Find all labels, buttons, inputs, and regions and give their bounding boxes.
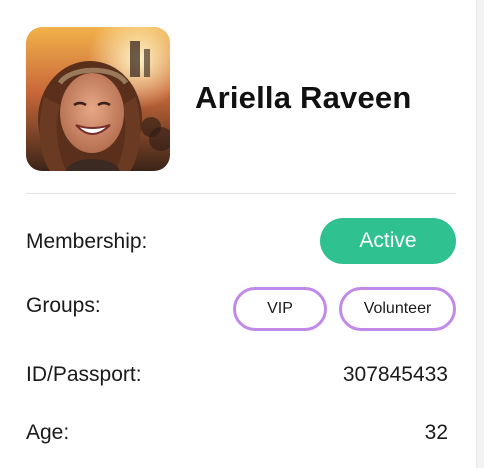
- profile-photo-icon: [26, 27, 170, 171]
- membership-status-badge: Active: [320, 218, 456, 264]
- membership-label: Membership:: [26, 230, 148, 253]
- group-chip-vip[interactable]: VIP: [233, 287, 327, 331]
- age-label: Age:: [26, 421, 70, 444]
- id-passport-label: ID/Passport:: [26, 363, 142, 386]
- group-chip-volunteer[interactable]: Volunteer: [339, 287, 456, 331]
- age-value: 32: [424, 421, 448, 444]
- divider: [26, 193, 456, 194]
- id-passport-value: 307845433: [342, 363, 448, 386]
- groups-label: Groups:: [26, 294, 101, 317]
- member-name: Ariella Raveen: [195, 80, 412, 115]
- avatar[interactable]: [26, 27, 170, 171]
- member-profile-card: Ariella Raveen Membership: Active Groups…: [0, 0, 477, 468]
